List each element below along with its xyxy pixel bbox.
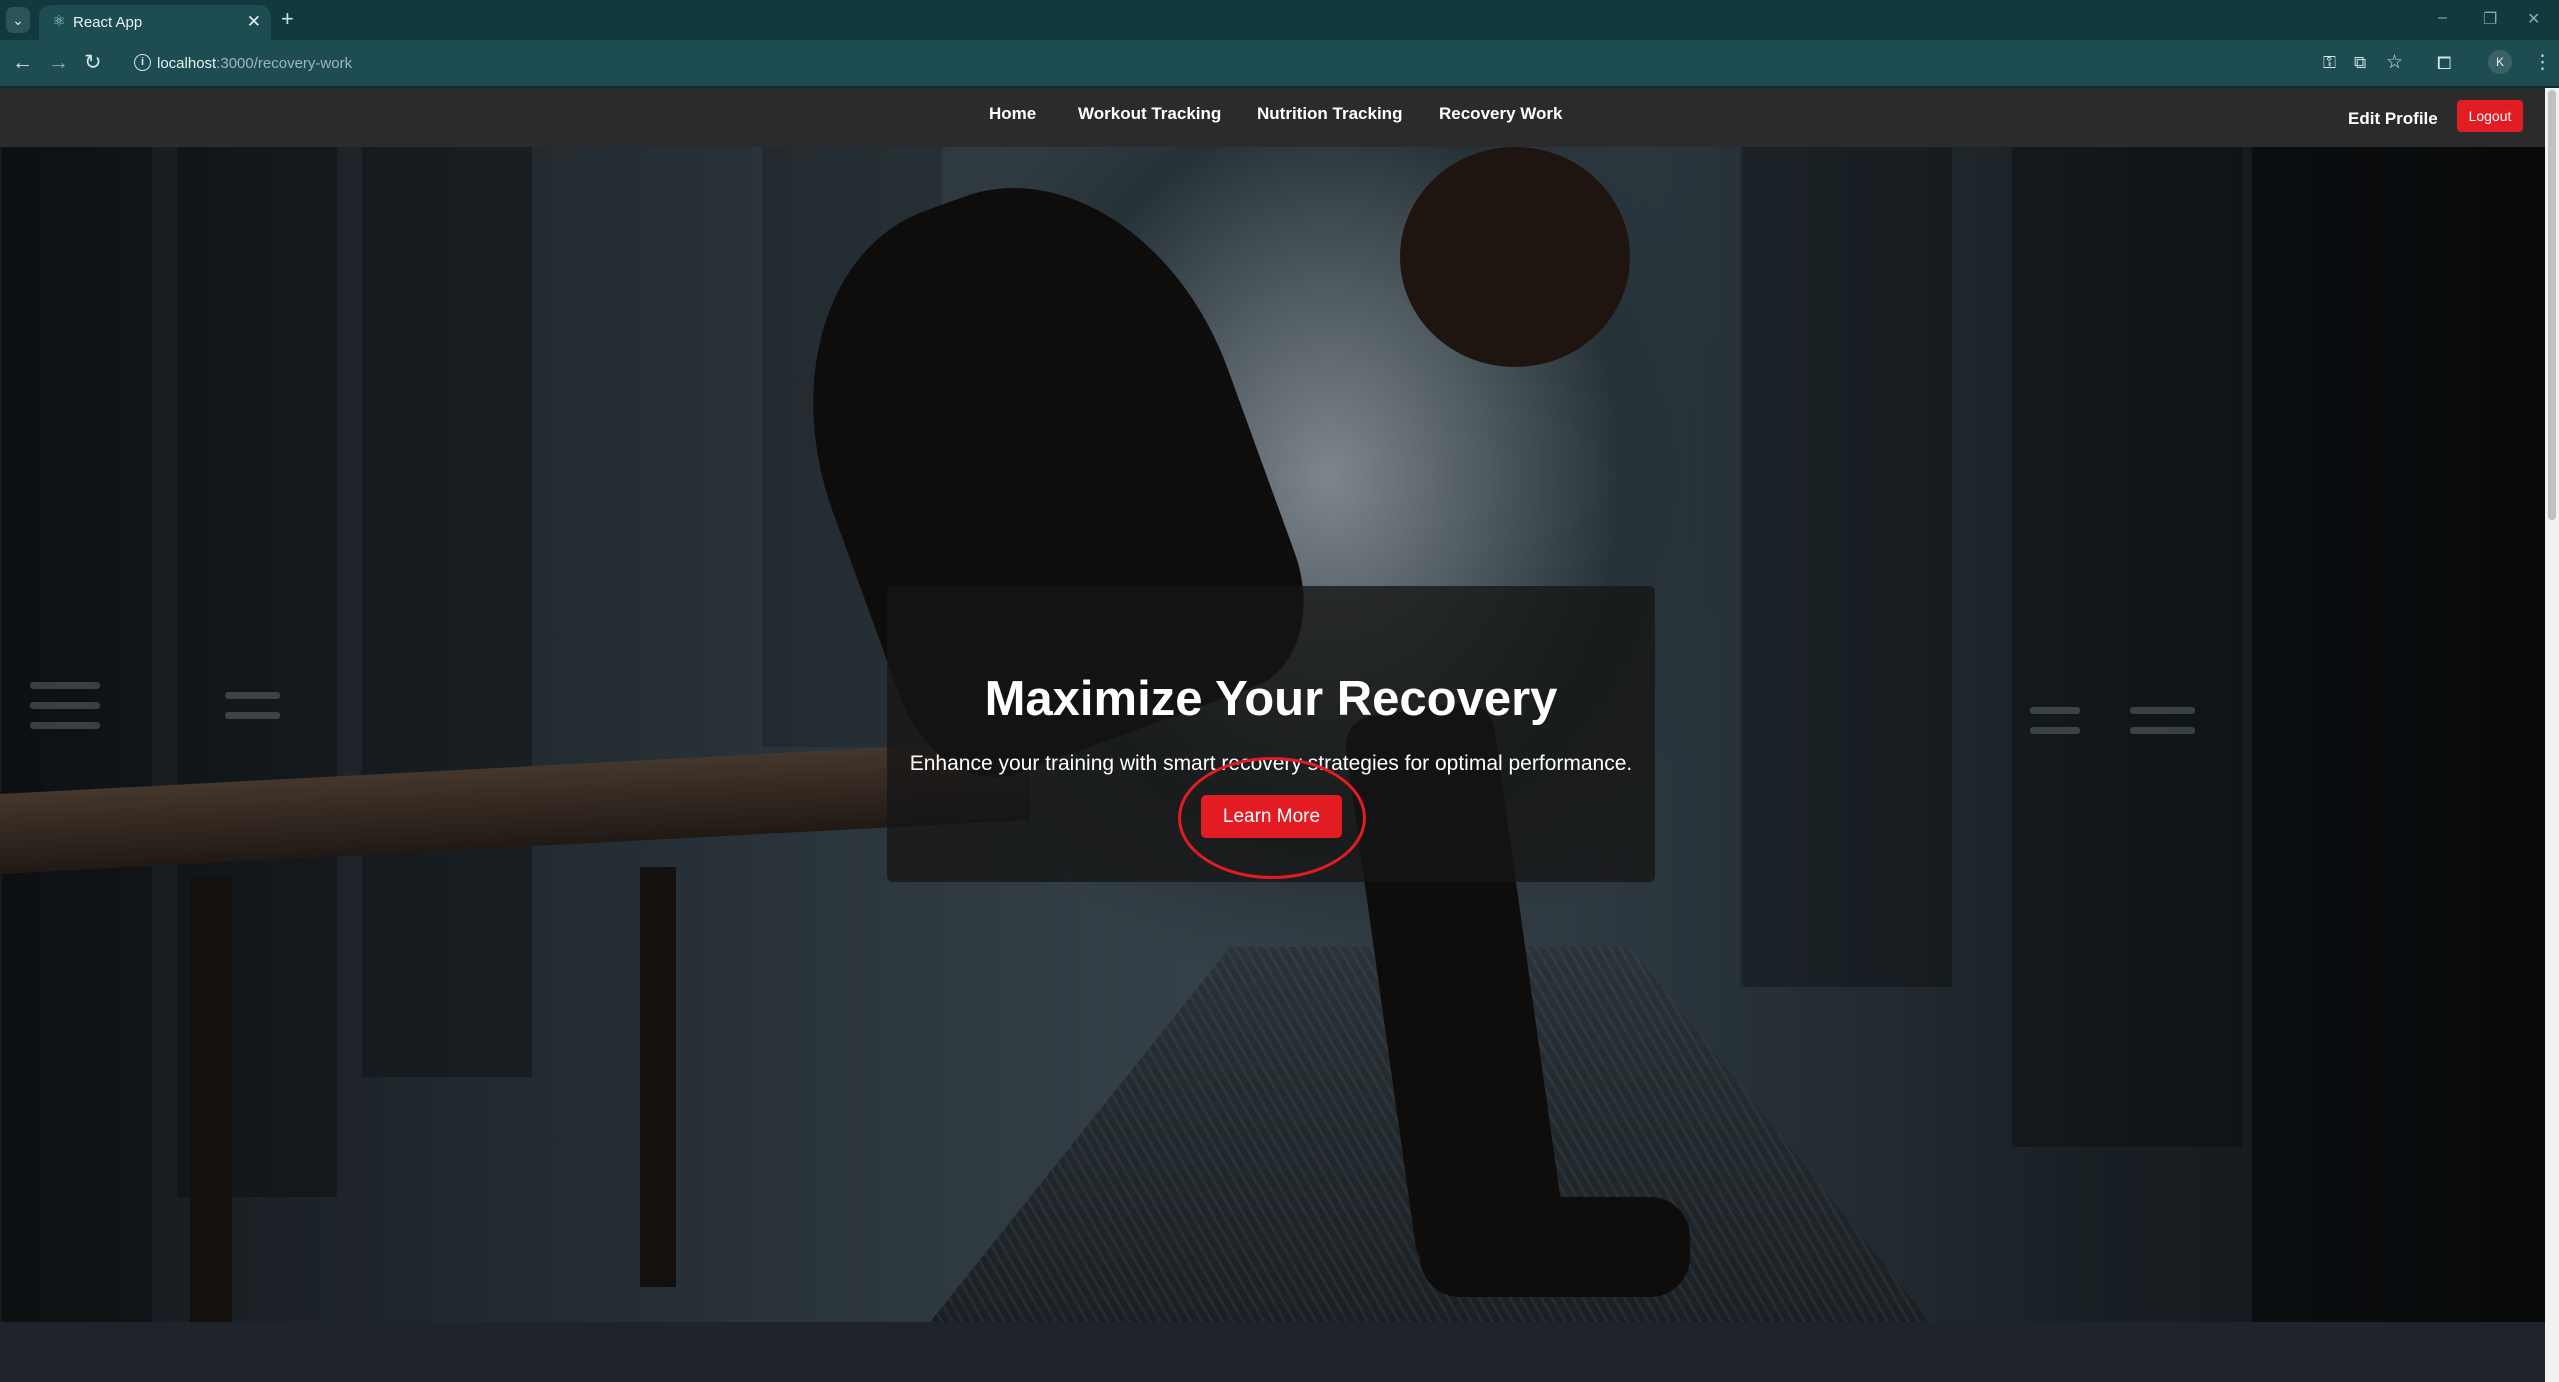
- browser-tabstrip: ⌄ ⚛ React App ✕ + – ❐ ✕: [0, 0, 2559, 40]
- edit-profile-link[interactable]: Edit Profile: [2348, 109, 2438, 129]
- site-info-icon[interactable]: i: [134, 54, 151, 71]
- page-scrollbar[interactable]: [2545, 88, 2559, 1382]
- nav-link-recovery-work[interactable]: Recovery Work: [1439, 104, 1562, 124]
- hero-section: Maximize Your Recovery Enhance your trai…: [0, 147, 2545, 1322]
- reload-icon[interactable]: ↻: [84, 50, 102, 76]
- nav-link-nutrition-tracking[interactable]: Nutrition Tracking: [1257, 104, 1402, 124]
- browser-menu-icon[interactable]: ⋮: [2533, 50, 2552, 76]
- scrollbar-thumb[interactable]: [2548, 90, 2556, 520]
- new-tab-button[interactable]: +: [281, 8, 294, 30]
- url-path: :3000/recovery-work: [216, 55, 353, 72]
- react-favicon-icon: ⚛: [52, 13, 66, 30]
- page-footer-strip: [0, 1322, 2545, 1382]
- address-bar[interactable]: i localhost:3000/recovery-work: [122, 46, 2422, 80]
- nav-link-home[interactable]: Home: [989, 104, 1036, 124]
- logout-button[interactable]: Logout: [2457, 100, 2523, 132]
- nav-link-workout-tracking[interactable]: Workout Tracking: [1078, 104, 1221, 124]
- browser-toolbar: ← → ↻ i localhost:3000/recovery-work ⚿ ⧉…: [0, 40, 2559, 86]
- app-navbar: Home Workout Tracking Nutrition Tracking…: [0, 88, 2545, 147]
- minimize-window-button[interactable]: –: [2438, 9, 2447, 27]
- restore-window-button[interactable]: ❐: [2483, 9, 2497, 29]
- hero-title: Maximize Your Recovery: [984, 672, 1558, 726]
- tab-close-icon[interactable]: ✕: [247, 12, 261, 32]
- close-window-button[interactable]: ✕: [2527, 9, 2540, 29]
- install-app-icon[interactable]: ⧉: [2354, 50, 2366, 76]
- password-key-icon[interactable]: ⚿: [2323, 50, 2336, 76]
- back-arrow-icon[interactable]: ←: [12, 50, 33, 76]
- tab-title: React App: [73, 14, 143, 31]
- url-text[interactable]: localhost:3000/recovery-work: [157, 55, 352, 72]
- extensions-puzzle-icon[interactable]: ⧠: [2437, 50, 2451, 76]
- forward-arrow-icon[interactable]: →: [48, 50, 69, 76]
- profile-avatar[interactable]: K: [2488, 50, 2512, 74]
- url-host: localhost: [157, 55, 217, 72]
- tab-search-chevron-icon[interactable]: ⌄: [6, 7, 30, 33]
- annotation-circle: [1178, 757, 1366, 879]
- browser-tab[interactable]: ⚛ React App ✕: [39, 5, 271, 40]
- bookmark-star-icon[interactable]: ☆: [2386, 50, 2403, 76]
